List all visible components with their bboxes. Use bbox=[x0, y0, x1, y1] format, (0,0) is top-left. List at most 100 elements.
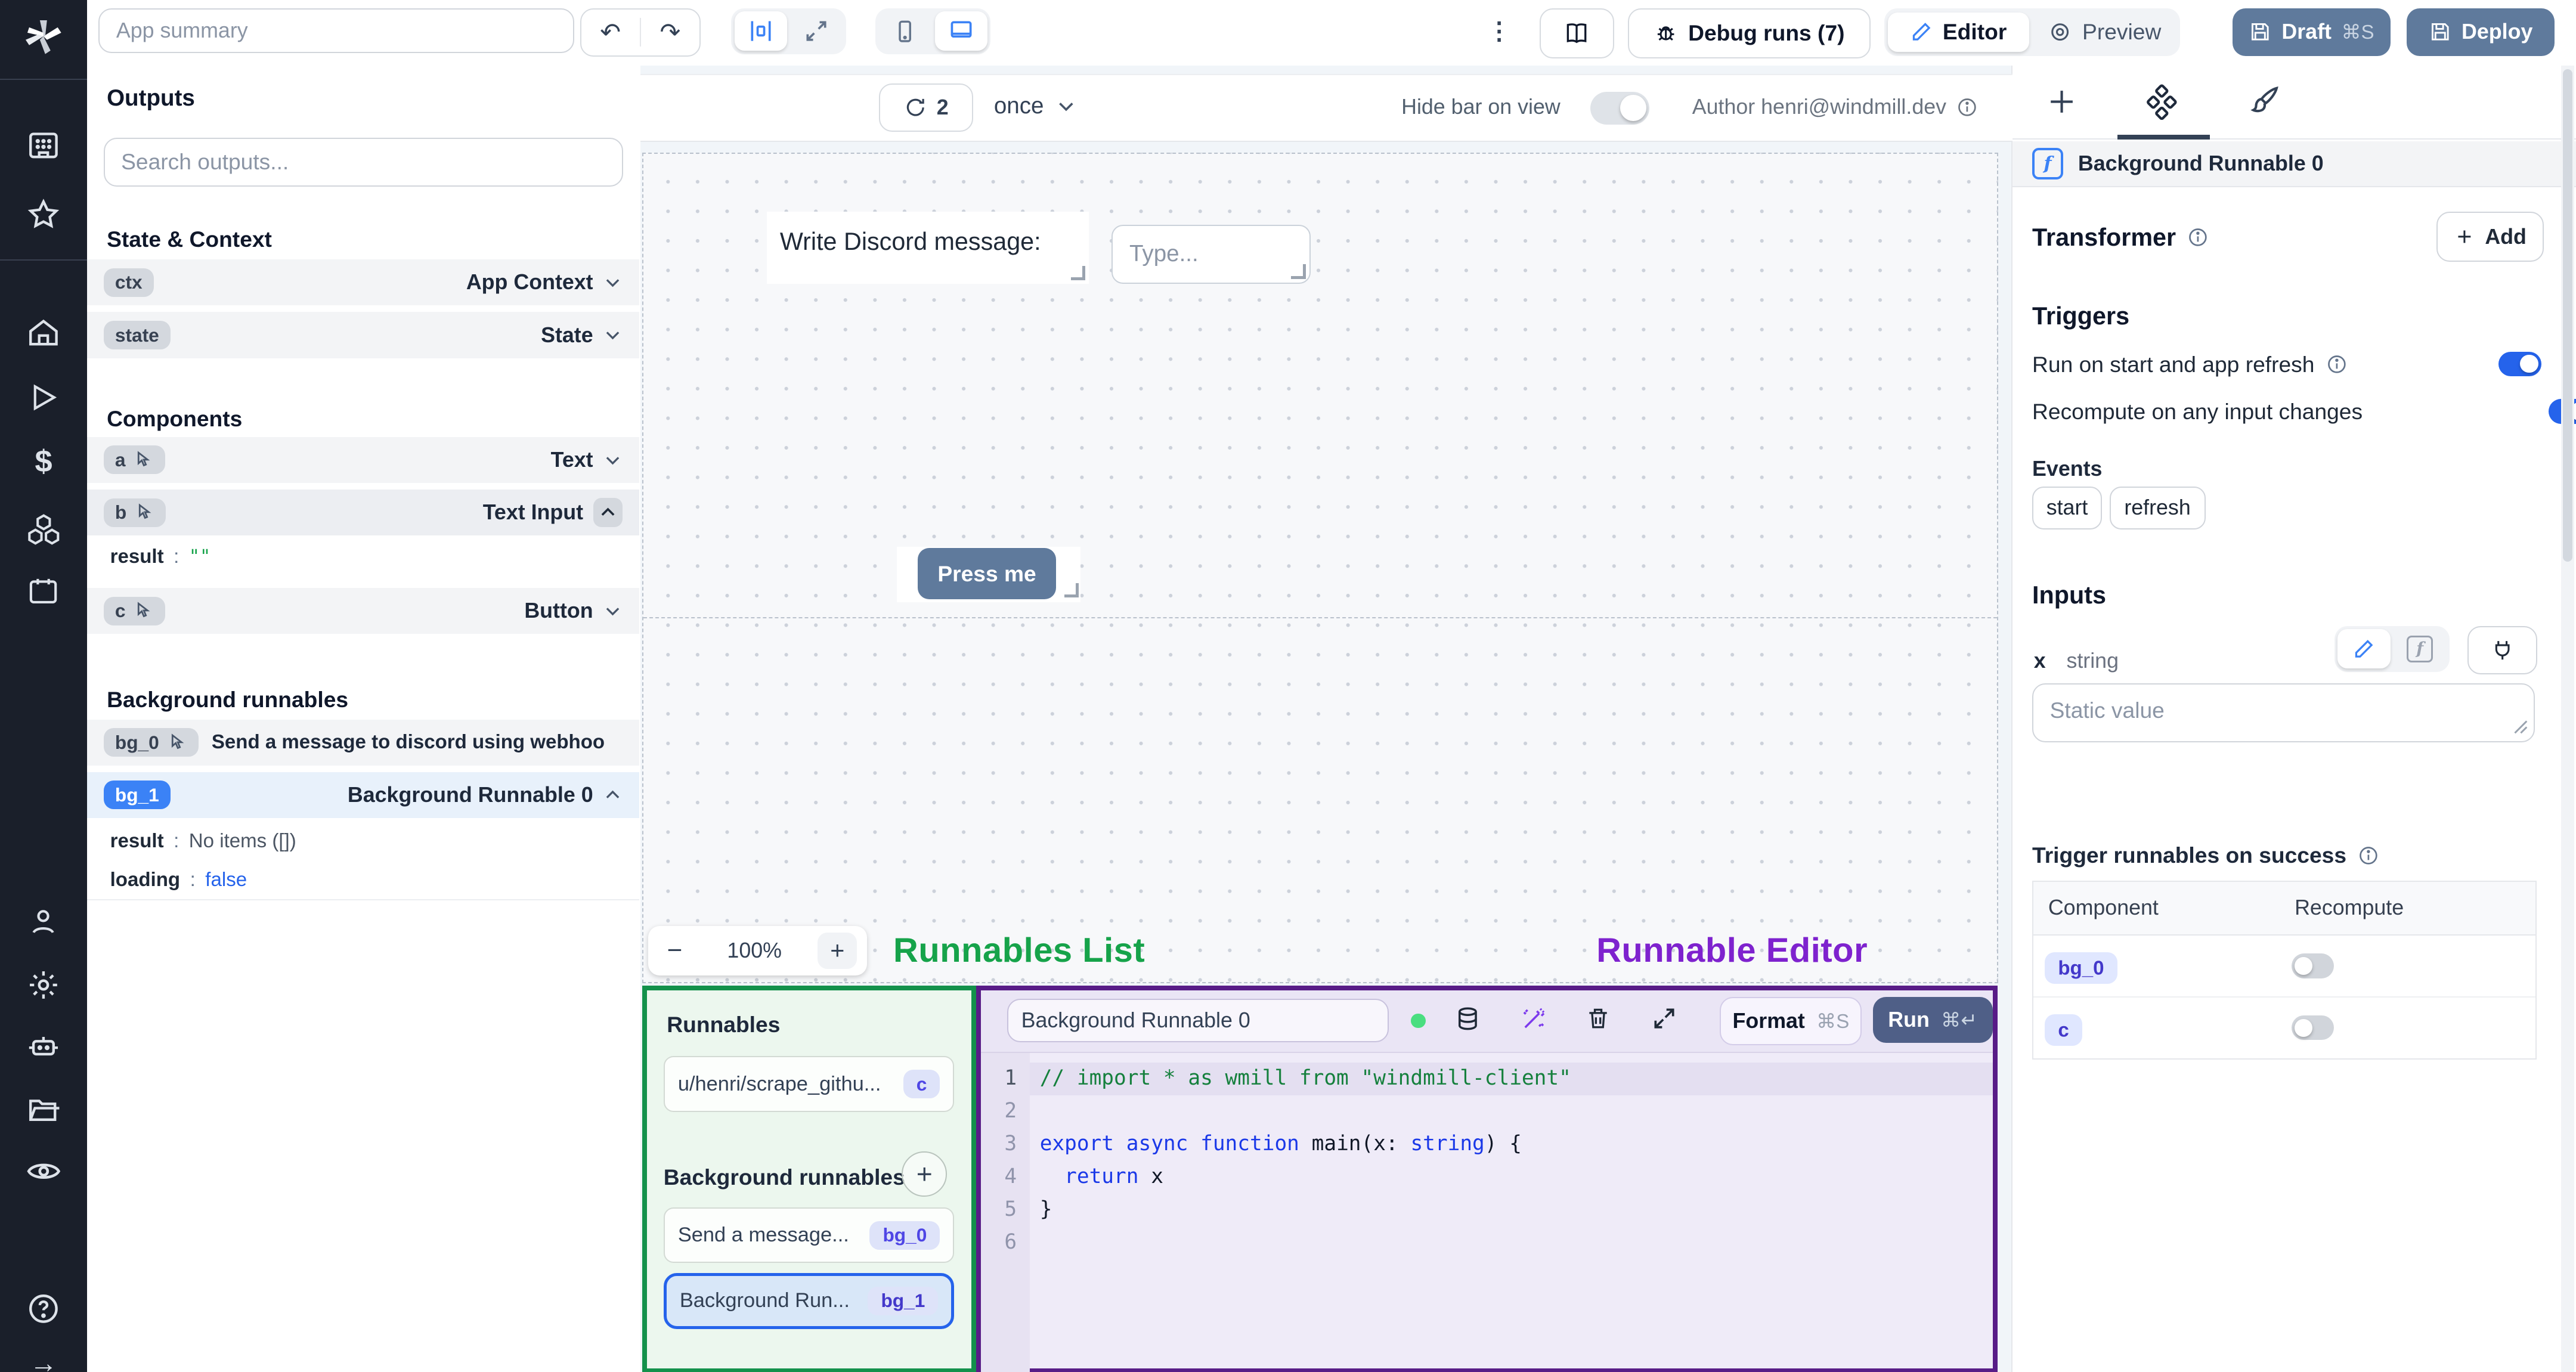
sidebar-item-workers[interactable] bbox=[0, 1030, 87, 1064]
docs-button[interactable] bbox=[1539, 8, 1614, 58]
expression-mode-button[interactable]: f bbox=[2394, 629, 2446, 668]
textarea-resize-icon[interactable] bbox=[2513, 720, 2528, 735]
info-icon[interactable] bbox=[2358, 845, 2379, 866]
right-panel-tabs bbox=[2012, 66, 2576, 140]
selected-component-name: Background Runnable 0 bbox=[2077, 151, 2324, 175]
static-value-textarea[interactable] bbox=[2032, 683, 2535, 743]
undo-button[interactable]: ↶ bbox=[581, 18, 641, 47]
connect-input-button[interactable] bbox=[2467, 625, 2538, 674]
sidebar-item-favorites[interactable] bbox=[0, 197, 87, 232]
sidebar-item-apps[interactable] bbox=[0, 128, 87, 163]
output-row-ctx[interactable]: ctx App Context bbox=[87, 259, 639, 306]
press-me-button[interactable]: Press me bbox=[918, 548, 1056, 599]
schedule-select[interactable]: once bbox=[994, 93, 1077, 119]
info-icon[interactable] bbox=[1956, 97, 1978, 118]
chevron-up-icon[interactable] bbox=[598, 503, 618, 522]
chevron-down-icon[interactable] bbox=[603, 601, 623, 621]
runnable-item-script[interactable]: u/henri/scrape_githu... c bbox=[663, 1056, 955, 1112]
recompute-toggle-bg0[interactable] bbox=[2291, 953, 2334, 978]
plus-icon bbox=[2458, 230, 2471, 243]
layout-toggle-group bbox=[731, 8, 846, 54]
tab-component-settings[interactable] bbox=[2144, 84, 2180, 120]
ai-wand-icon[interactable] bbox=[1519, 1005, 1547, 1033]
resize-handle[interactable] bbox=[1064, 583, 1079, 598]
background-runnables-title: Background runnables bbox=[107, 686, 349, 712]
tab-editor[interactable]: Editor bbox=[1887, 12, 2029, 52]
debug-runs-button[interactable]: Debug runs (7) bbox=[1628, 8, 1871, 58]
resize-handle[interactable] bbox=[1071, 266, 1086, 281]
sidebar-item-help[interactable] bbox=[0, 1292, 87, 1326]
output-row-bg0[interactable]: bg_0 Send a message to discord using web… bbox=[87, 719, 639, 766]
chevron-down-icon[interactable] bbox=[603, 272, 623, 292]
hide-bar-toggle[interactable] bbox=[1590, 91, 1650, 125]
expand-button[interactable] bbox=[790, 11, 843, 51]
tab-styling[interactable] bbox=[2249, 84, 2282, 117]
tab-insert-component[interactable] bbox=[2045, 85, 2078, 118]
state-context-title: State & Context bbox=[107, 227, 272, 252]
sidebar-item-runs[interactable] bbox=[0, 381, 87, 414]
table-row: c bbox=[2033, 998, 2535, 1058]
event-start-pill[interactable]: start bbox=[2032, 486, 2102, 530]
scrollbar-track[interactable] bbox=[2561, 66, 2575, 1372]
input-x-row: x string bbox=[2033, 649, 2119, 673]
resize-handle[interactable] bbox=[1291, 264, 1306, 279]
output-row-c[interactable]: c Button bbox=[87, 588, 639, 634]
sidebar-item-settings[interactable] bbox=[0, 968, 87, 1002]
app-summary-input[interactable] bbox=[98, 8, 574, 54]
format-button[interactable]: Format ⌘S bbox=[1720, 997, 1862, 1046]
text-component[interactable]: Write Discord message: bbox=[766, 211, 1089, 284]
pencil-icon bbox=[2355, 640, 2373, 658]
deploy-button[interactable]: Deploy bbox=[2407, 8, 2555, 56]
sidebar-item-user[interactable] bbox=[0, 905, 87, 938]
cache-icon[interactable] bbox=[1454, 1005, 1482, 1033]
sidebar-item-variables[interactable]: $ bbox=[0, 444, 87, 479]
info-icon[interactable] bbox=[2187, 227, 2209, 248]
add-background-runnable-button[interactable] bbox=[902, 1151, 947, 1197]
desktop-view-button[interactable] bbox=[934, 11, 987, 51]
mobile-view-button[interactable] bbox=[879, 11, 931, 51]
chevron-down-icon[interactable] bbox=[603, 325, 623, 345]
run-button[interactable]: Run ⌘↵ bbox=[1872, 997, 1993, 1043]
runnable-name-input[interactable] bbox=[1007, 998, 1389, 1042]
sidebar-item-schedules[interactable] bbox=[0, 575, 87, 608]
sidebar-item-resources[interactable] bbox=[0, 511, 87, 547]
output-row-state[interactable]: state State bbox=[87, 312, 639, 358]
run-on-start-toggle[interactable] bbox=[2498, 351, 2542, 376]
redo-button[interactable]: ↷ bbox=[641, 18, 699, 47]
plus-icon bbox=[917, 1167, 931, 1181]
discord-message-input[interactable] bbox=[1111, 224, 1311, 284]
chevron-down-icon[interactable] bbox=[603, 450, 623, 470]
zoom-out-button[interactable]: − bbox=[658, 936, 691, 965]
windmill-logo-icon[interactable] bbox=[0, 17, 87, 60]
sidebar-collapse-icon[interactable]: → bbox=[0, 1347, 87, 1371]
runnable-item-bg0[interactable]: Send a message... bg_0 bbox=[663, 1207, 955, 1263]
search-outputs-input[interactable] bbox=[103, 138, 624, 187]
sidebar-item-audit-logs[interactable] bbox=[0, 1153, 87, 1190]
static-mode-button[interactable] bbox=[2337, 629, 2391, 669]
app-canvas[interactable]: Write Discord message: Press me − 100% +… bbox=[642, 153, 1999, 983]
output-row-a[interactable]: a Text bbox=[87, 436, 639, 483]
delete-icon[interactable] bbox=[1585, 1005, 1611, 1032]
fullscreen-icon[interactable] bbox=[1651, 1005, 1677, 1032]
tab-preview[interactable]: Preview bbox=[2032, 13, 2176, 52]
output-row-b[interactable]: b Text Input bbox=[87, 490, 639, 536]
more-options-kebab[interactable]: ⋮ bbox=[1487, 17, 1511, 45]
center-align-button[interactable] bbox=[734, 11, 787, 51]
runnable-item-bg1-selected[interactable]: Background Run... bg_1 bbox=[663, 1272, 955, 1329]
output-row-bg1[interactable]: bg_1 Background Runnable 0 bbox=[87, 772, 639, 819]
recompute-toggle-c[interactable] bbox=[2291, 1015, 2334, 1040]
events-title: Events bbox=[2032, 456, 2103, 481]
add-transformer-button[interactable]: Add bbox=[2436, 212, 2544, 262]
sidebar-item-folders[interactable] bbox=[0, 1092, 87, 1127]
script-badge: c bbox=[903, 1070, 940, 1099]
canvas-region: 2 once Hide bar on view Author henri@win… bbox=[640, 66, 2012, 1372]
textinput-component[interactable] bbox=[1111, 224, 1311, 284]
scrollbar-thumb[interactable] bbox=[2562, 69, 2573, 562]
sidebar-item-home[interactable] bbox=[0, 315, 87, 350]
event-refresh-pill[interactable]: refresh bbox=[2109, 486, 2206, 530]
chevron-up-icon[interactable] bbox=[603, 785, 623, 805]
draft-button[interactable]: Draft ⌘S bbox=[2233, 8, 2391, 56]
info-icon[interactable] bbox=[2326, 354, 2348, 375]
zoom-in-button[interactable]: + bbox=[818, 933, 857, 969]
refresh-count-button[interactable]: 2 bbox=[878, 83, 974, 132]
